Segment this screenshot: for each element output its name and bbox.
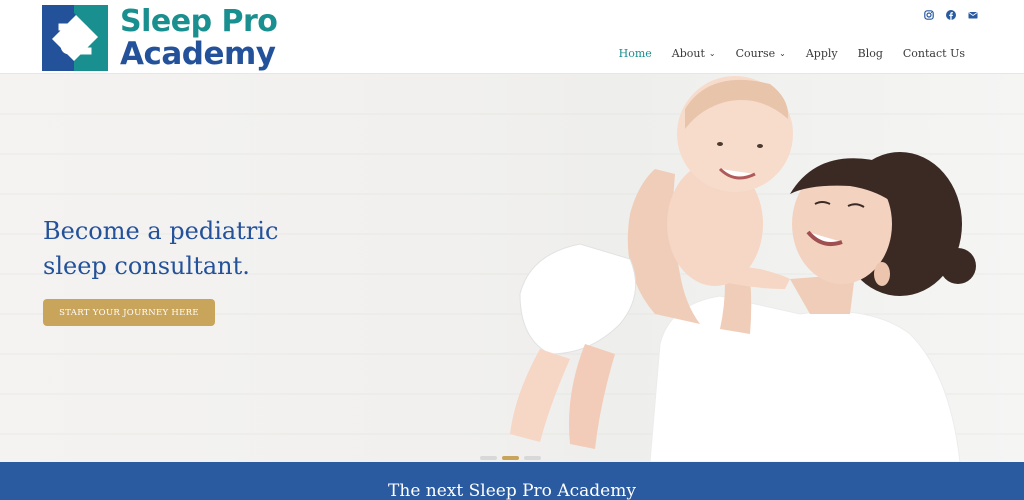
chevron-down-icon: ⌄ — [708, 49, 716, 58]
nav-about[interactable]: About ⌄ — [662, 47, 726, 60]
start-journey-button[interactable]: START YOUR JOURNEY HERE — [43, 299, 215, 326]
slider-dot[interactable] — [524, 456, 541, 460]
hero-slider: Become a pediatric sleep consultant. STA… — [0, 74, 1024, 462]
mother-and-baby-photo — [510, 76, 976, 462]
slider-dot-active[interactable] — [502, 456, 519, 460]
main-nav: Home About ⌄ Course ⌄ Apply Blog Contact U… — [609, 47, 975, 60]
slider-dot[interactable] — [480, 456, 497, 460]
logo-mark-icon — [42, 5, 108, 71]
nav-contact-us[interactable]: Contact Us — [893, 47, 975, 60]
nav-blog[interactable]: Blog — [848, 47, 893, 60]
nav-apply[interactable]: Apply — [796, 47, 848, 60]
facebook-icon[interactable] — [946, 10, 956, 20]
logo-text-line1: Sleep Pro — [120, 4, 278, 39]
chevron-down-icon: ⌄ — [779, 49, 786, 58]
social-links — [924, 10, 978, 20]
band-heading: The next Sleep Pro Academy — [388, 481, 636, 500]
nav-home[interactable]: Home — [609, 47, 662, 60]
instagram-icon[interactable] — [924, 10, 934, 20]
next-academy-band: The next Sleep Pro Academy — [0, 462, 1024, 500]
hero-title: Become a pediatric sleep consultant. — [43, 217, 279, 280]
nav-course[interactable]: Course ⌄ — [726, 47, 796, 60]
slider-dots — [480, 456, 541, 460]
site-header: Sleep Pro Academy Home About ⌄ Course ⌄ Ap… — [0, 0, 1024, 74]
envelope-icon[interactable] — [968, 10, 978, 20]
logo-text-line2: Academy — [120, 36, 276, 72]
site-logo[interactable]: Sleep Pro Academy — [42, 3, 292, 73]
